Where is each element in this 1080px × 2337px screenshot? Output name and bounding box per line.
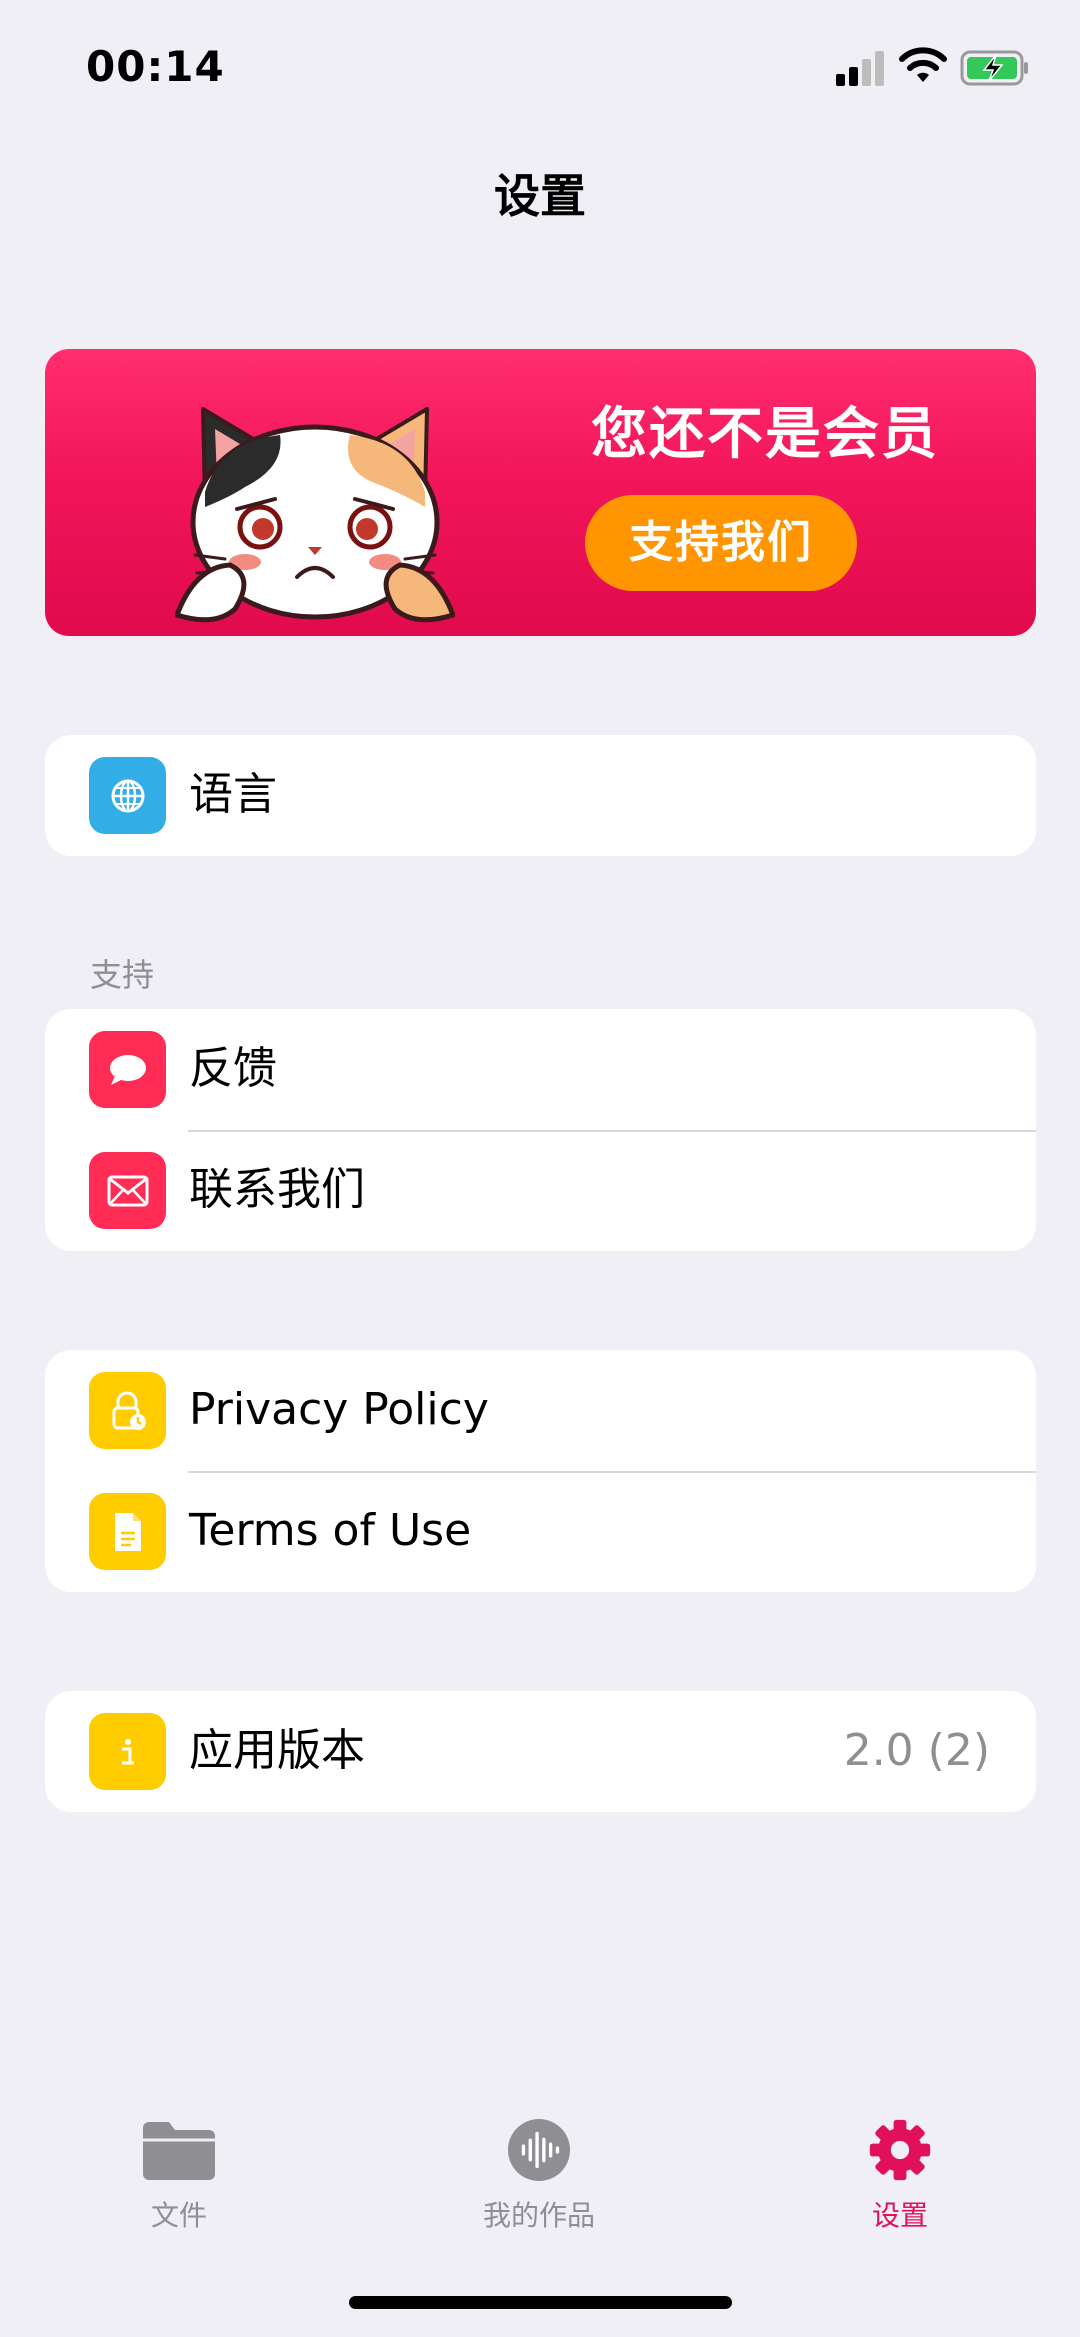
feedback-label: 反馈: [189, 1043, 277, 1094]
membership-status-text: 您还不是会员: [591, 402, 939, 467]
lock-icon: [89, 1372, 166, 1449]
app-version-row: 应用版本 2.0 (2): [45, 1691, 1036, 1812]
language-group: 语言: [45, 735, 1036, 856]
folder-icon: [143, 2122, 215, 2180]
language-row[interactable]: 语言: [45, 735, 1036, 856]
tab-my-works-label: 我的作品: [482, 2199, 595, 2232]
support-section-header: 支持: [90, 956, 155, 994]
terms-of-use-label: Terms of Use: [189, 1505, 472, 1556]
status-time: 00:14: [86, 42, 225, 91]
tab-files[interactable]: 文件: [69, 2118, 289, 2234]
privacy-policy-row[interactable]: Privacy Policy: [45, 1350, 1036, 1471]
tab-bar: 文件 我的作品 设置: [0, 2100, 1080, 2300]
status-bar: 00:14: [0, 0, 1080, 130]
waveform-icon: [507, 2118, 571, 2182]
chat-bubble-icon: [89, 1031, 166, 1108]
support-us-button[interactable]: 支持我们: [585, 495, 857, 591]
document-icon: [89, 1493, 166, 1570]
contact-us-row[interactable]: 联系我们: [45, 1130, 1036, 1251]
contact-us-label: 联系我们: [189, 1164, 365, 1215]
feedback-row[interactable]: 反馈: [45, 1009, 1036, 1130]
battery-charging-icon: [960, 50, 1028, 86]
tab-settings-label: 设置: [871, 2199, 928, 2232]
crying-cat-mascot-icon: [175, 407, 455, 623]
support-group: 反馈 联系我们: [45, 1009, 1036, 1251]
cellular-signal-icon: [836, 50, 886, 86]
gear-icon: [869, 2119, 931, 2181]
tab-files-label: 文件: [150, 2199, 207, 2232]
app-version-value: 2.0 (2): [843, 1725, 990, 1776]
terms-of-use-row[interactable]: Terms of Use: [45, 1471, 1036, 1592]
language-label: 语言: [189, 769, 277, 820]
tab-settings[interactable]: 设置: [790, 2118, 1010, 2234]
membership-banner[interactable]: 您还不是会员 支持我们: [45, 349, 1036, 636]
info-icon: [89, 1713, 166, 1790]
privacy-policy-label: Privacy Policy: [189, 1384, 489, 1435]
app-version-label: 应用版本: [189, 1725, 365, 1776]
page-title: 设置: [494, 169, 586, 223]
tab-my-works[interactable]: 我的作品: [429, 2118, 649, 2234]
globe-icon: [89, 757, 166, 834]
home-indicator[interactable]: [349, 2296, 732, 2309]
app-version-group: 应用版本 2.0 (2): [45, 1691, 1036, 1812]
legal-group: Privacy Policy Terms of Use: [45, 1350, 1036, 1592]
envelope-icon: [89, 1152, 166, 1229]
wifi-icon: [899, 47, 947, 82]
